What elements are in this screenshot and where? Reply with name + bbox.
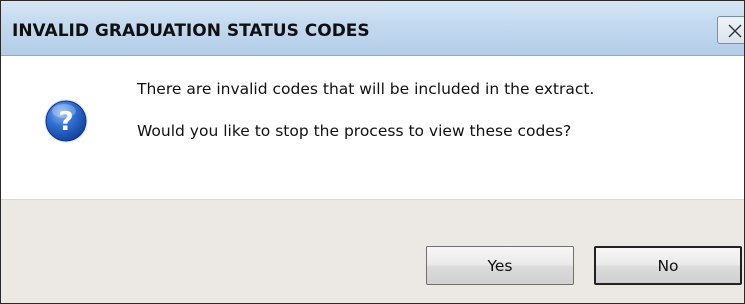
message-line-1: There are invalid codes that will be inc… [137,80,595,98]
dialog-content: ? There are invalid codes that will be i… [1,56,744,199]
title-bar: INVALID GRADUATION STATUS CODES [1,1,744,56]
button-bar: Yes No [1,199,744,303]
dialog-title: INVALID GRADUATION STATUS CODES [12,21,370,41]
svg-text:?: ? [58,107,73,137]
message-dialog: INVALID GRADUATION STATUS CODES ? There … [0,0,745,304]
message-line-2: Would you like to stop the process to vi… [137,122,572,140]
close-button[interactable] [717,16,744,44]
close-icon [728,24,742,38]
yes-button[interactable]: Yes [426,246,574,285]
question-icon: ? [43,98,89,144]
no-button[interactable]: No [594,246,742,285]
